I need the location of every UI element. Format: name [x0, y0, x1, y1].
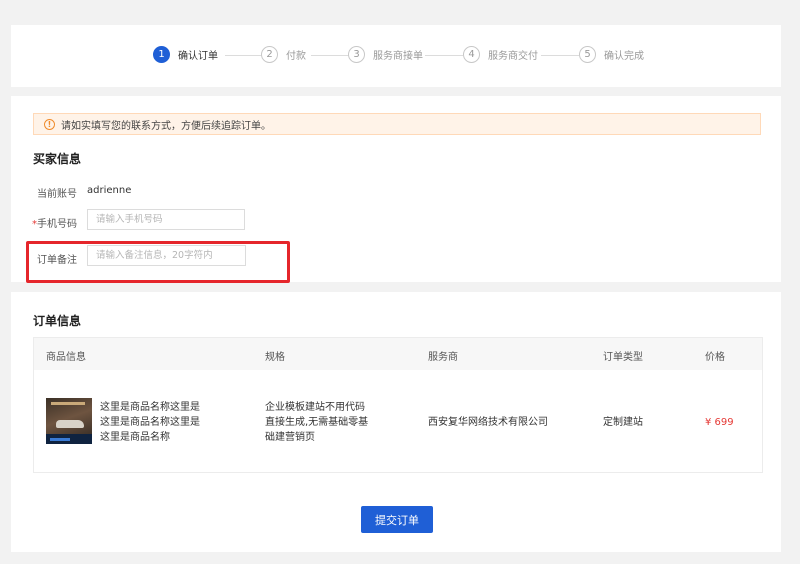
step-connector	[225, 55, 263, 56]
product-name-line: 这里是商品名称这里是	[100, 402, 200, 413]
step-number: 4	[463, 46, 480, 63]
step-2: 2 付款	[261, 46, 306, 63]
provider-name: 西安复华网络技术有限公司	[428, 417, 548, 428]
order-info-section: 订单信息 商品信息 规格 服务商 订单类型 价格 这里是商品名称这里是 这里是商…	[11, 292, 781, 552]
column-header-order-type: 订单类型	[603, 352, 643, 363]
buyer-section-title: 买家信息	[33, 152, 82, 166]
step-5: 5 确认完成	[579, 46, 644, 63]
step-number: 1	[153, 46, 170, 63]
step-connector	[541, 55, 579, 56]
column-header-product: 商品信息	[46, 352, 86, 363]
table-header: 商品信息 规格 服务商 订单类型 价格	[34, 338, 762, 370]
phone-input[interactable]	[87, 209, 245, 230]
spec-line: 础建营销页	[265, 432, 315, 443]
product-spec: 企业模板建站不用代码 直接生成,无需基础零基 础建营销页	[265, 400, 368, 445]
step-connector	[311, 55, 349, 56]
order-type: 定制建站	[603, 417, 643, 428]
step-number: 5	[579, 46, 596, 63]
step-4: 4 服务商交付	[463, 46, 538, 63]
submit-order-button[interactable]: 提交订单	[361, 506, 433, 533]
product-name: 这里是商品名称这里是 这里是商品名称这里是 这里是商品名称	[100, 400, 200, 445]
phone-label-text: 手机号码	[37, 219, 77, 230]
notice-banner: ! 请如实填写您的联系方式，方便后续追踪订单。	[33, 113, 761, 135]
step-label: 服务商接单	[373, 51, 423, 62]
spec-line: 直接生成,无需基础零基	[265, 417, 369, 428]
step-number: 3	[348, 46, 365, 63]
step-label: 服务商交付	[488, 51, 538, 62]
column-header-provider: 服务商	[428, 352, 458, 363]
column-header-spec: 规格	[265, 352, 285, 363]
phone-label: *手机号码	[21, 215, 77, 230]
product-thumbnail	[46, 398, 92, 444]
step-3: 3 服务商接单	[348, 46, 423, 63]
account-label: 当前账号	[37, 189, 77, 200]
highlight-annotation	[26, 241, 290, 283]
info-icon: !	[44, 118, 55, 130]
step-1: 1 确认订单	[153, 46, 218, 63]
step-connector	[425, 55, 463, 56]
step-label: 确认订单	[178, 51, 218, 62]
product-name-line: 这里是商品名称	[100, 432, 170, 443]
step-label: 确认完成	[604, 51, 644, 62]
order-section-title: 订单信息	[33, 314, 82, 328]
notice-text: 请如实填写您的联系方式，方便后续追踪订单。	[61, 120, 271, 132]
product-name-line: 这里是商品名称这里是	[100, 417, 200, 428]
progress-steps: 1 确认订单 2 付款 3 服务商接单 4 服务商交付 5 确认完成	[11, 25, 781, 87]
order-table: 商品信息 规格 服务商 订单类型 价格 这里是商品名称这里是 这里是商品名称这里…	[33, 337, 763, 473]
spec-line: 企业模板建站不用代码	[265, 402, 365, 413]
buyer-info-section: ! 请如实填写您的联系方式，方便后续追踪订单。 买家信息 当前账号 adrien…	[11, 96, 781, 283]
step-label: 付款	[286, 51, 306, 62]
step-number: 2	[261, 46, 278, 63]
account-value: adrienne	[87, 185, 132, 196]
price: ¥ 699	[705, 417, 734, 428]
column-header-price: 价格	[705, 352, 725, 363]
